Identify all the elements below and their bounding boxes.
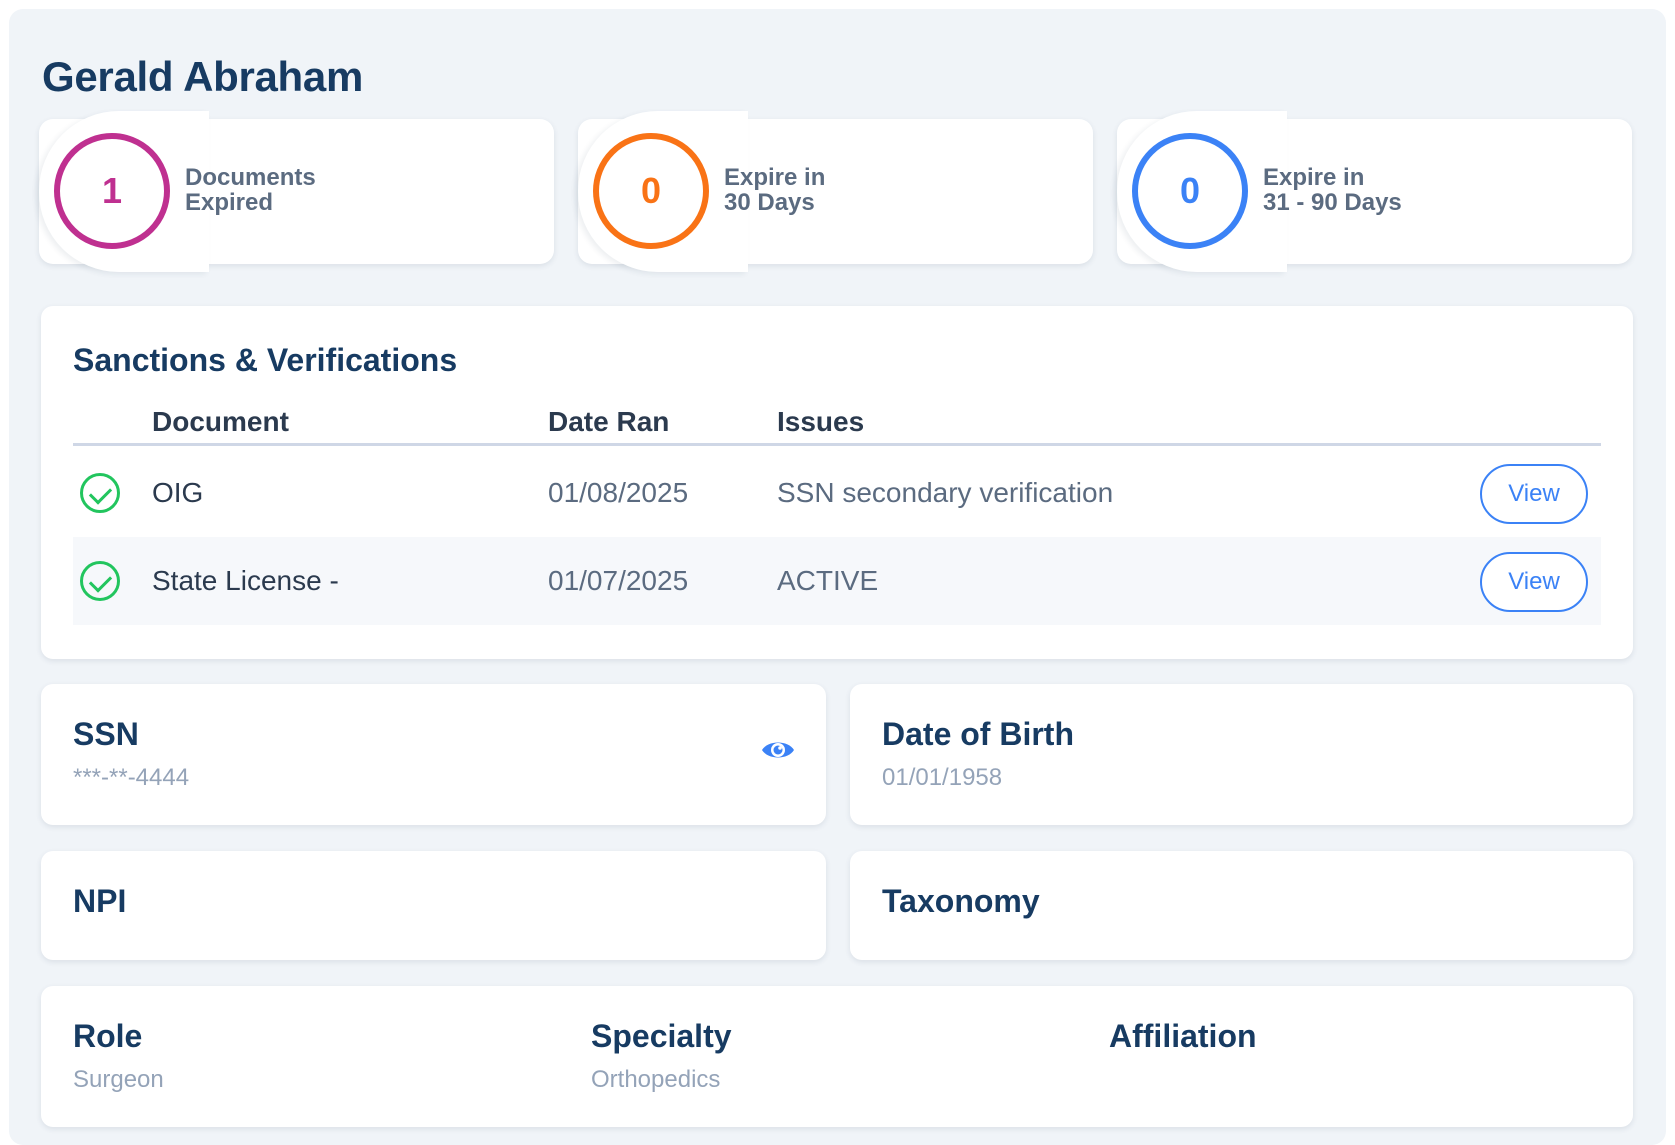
dob-label: Date of Birth <box>882 716 1074 752</box>
expire-31-90-days-label: Expire in 31 - 90 Days <box>1263 164 1402 216</box>
row-issues: SSN secondary verification <box>777 477 1114 508</box>
row-document: State License - <box>152 565 339 596</box>
specialty-label: Specialty <box>591 1018 732 1054</box>
role-value: Surgeon <box>73 1066 164 1093</box>
documents-expired-label: Documents Expired <box>185 164 316 216</box>
npi-label: NPI <box>73 883 127 919</box>
taxonomy-label: Taxonomy <box>882 883 1040 919</box>
page-title: Gerald Abraham <box>42 53 364 100</box>
row-date-ran: 01/08/2025 <box>548 477 689 508</box>
view-button[interactable]: View <box>1480 552 1588 612</box>
row-issues: ACTIVE <box>777 565 879 596</box>
expire-31-90-days-card[interactable]: 0 Expire in 31 - 90 Days <box>1117 111 1632 272</box>
ssn-card: SSN ***-**-4444 <box>41 684 826 825</box>
provider-profile: Gerald Abraham 1 Documents Expired 0 Exp… <box>9 9 1666 1145</box>
view-button[interactable]: View <box>1480 464 1588 524</box>
table-row: OIG 01/08/2025 SSN secondary verificatio… <box>73 449 1601 537</box>
column-document: Document <box>152 406 289 437</box>
taxonomy-card: Taxonomy <box>850 851 1633 960</box>
sanctions-card: Sanctions & Verifications Document Date … <box>41 306 1633 659</box>
expire-30-days-label: Expire in 30 Days <box>724 164 826 216</box>
documents-expired-card[interactable]: 1 Documents Expired <box>39 111 554 272</box>
ssn-value: ***-**-4444 <box>73 764 190 791</box>
expire-30-days-card[interactable]: 0 Expire in 30 Days <box>578 111 1093 272</box>
dob-value: 01/01/1958 <box>882 764 1003 791</box>
expire-30-days-count: 0 <box>593 133 709 249</box>
check-circle-icon <box>80 473 120 513</box>
documents-expired-count: 1 <box>54 133 170 249</box>
row-date-ran: 01/07/2025 <box>548 565 689 596</box>
dob-card: Date of Birth 01/01/1958 <box>850 684 1633 825</box>
affiliation-label: Affiliation <box>1109 1018 1257 1054</box>
row-document: OIG <box>152 477 204 508</box>
table-row: State License - 01/07/2025 ACTIVE View <box>73 537 1601 625</box>
column-date-ran: Date Ran <box>548 406 670 437</box>
table-header: Document Date Ran Issues <box>73 406 1601 446</box>
check-circle-icon <box>80 561 120 601</box>
expire-31-90-days-count: 0 <box>1132 133 1248 249</box>
sanctions-title: Sanctions & Verifications <box>73 342 458 378</box>
specialty-value: Orthopedics <box>591 1066 721 1093</box>
role-specialty-card: Role Surgeon Specialty Orthopedics Affil… <box>41 986 1633 1127</box>
role-label: Role <box>73 1018 143 1054</box>
npi-card: NPI <box>41 851 826 960</box>
column-issues: Issues <box>777 406 865 437</box>
ssn-label: SSN <box>73 716 139 752</box>
eye-icon[interactable] <box>760 736 796 764</box>
